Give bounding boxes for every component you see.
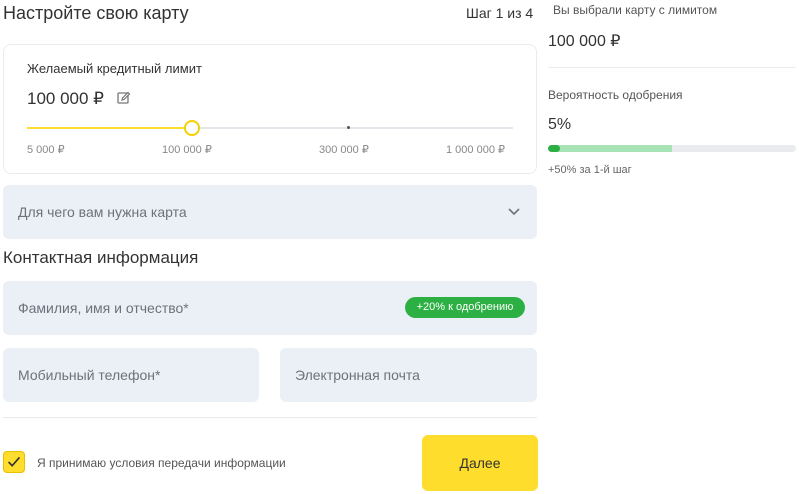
slider-tick-label: 100 000 ₽ (162, 144, 212, 156)
slider-tick-dot (347, 126, 350, 129)
approval-boost-badge: +20% к одобрению (405, 297, 525, 318)
slider-tick-label: 5 000 ₽ (27, 144, 65, 156)
limit-slider-handle[interactable] (184, 120, 200, 136)
approval-probability-value: 5% (548, 116, 572, 133)
purpose-select[interactable]: Для чего вам нужна карта (3, 185, 537, 239)
checkmark-icon (7, 456, 21, 467)
slider-tick-label: 1 000 000 ₽ (446, 144, 505, 156)
next-button[interactable]: Далее (422, 435, 538, 491)
approval-progress-bar (548, 145, 796, 152)
summary-divider (548, 67, 796, 68)
approval-probability-label: Вероятность одобрения (548, 88, 683, 102)
consent-label[interactable]: Я принимаю условия передачи информации (37, 456, 286, 470)
page-title: Настройте свою карту (3, 3, 189, 23)
purpose-select-placeholder: Для чего вам нужна карта (18, 204, 187, 220)
edit-icon[interactable] (117, 91, 131, 105)
consent-checkbox[interactable] (3, 451, 25, 473)
fullname-placeholder: Фамилия, имя и отчество* (18, 300, 189, 316)
credit-limit-value[interactable]: 100 000 ₽ (27, 89, 104, 109)
slider-tick-label: 300 000 ₽ (319, 144, 369, 156)
limit-slider-track[interactable] (27, 127, 513, 129)
chosen-limit-value: 100 000 ₽ (548, 33, 621, 50)
limit-slider-fill (27, 127, 191, 129)
approval-progress-fill (548, 145, 560, 152)
email-field[interactable]: Электронная почта (280, 348, 537, 402)
credit-limit-label: Желаемый кредитный лимит (27, 61, 202, 76)
form-divider (3, 417, 537, 418)
phone-field[interactable]: Мобильный телефон* (3, 348, 259, 402)
step-indicator: Шаг 1 из 4 (466, 5, 534, 21)
credit-limit-card: Желаемый кредитный лимит 100 000 ₽ 5 000… (3, 44, 537, 174)
approval-boost-note: +50% за 1-й шаг (548, 164, 632, 176)
email-placeholder: Электронная почта (295, 367, 420, 383)
contact-section-title: Контактная информация (3, 248, 199, 267)
phone-placeholder: Мобильный телефон* (18, 367, 161, 383)
chosen-limit-label: Вы выбрали карту с лимитом (553, 3, 718, 17)
chevron-down-icon (508, 208, 520, 216)
approval-progress-potential (548, 145, 672, 152)
